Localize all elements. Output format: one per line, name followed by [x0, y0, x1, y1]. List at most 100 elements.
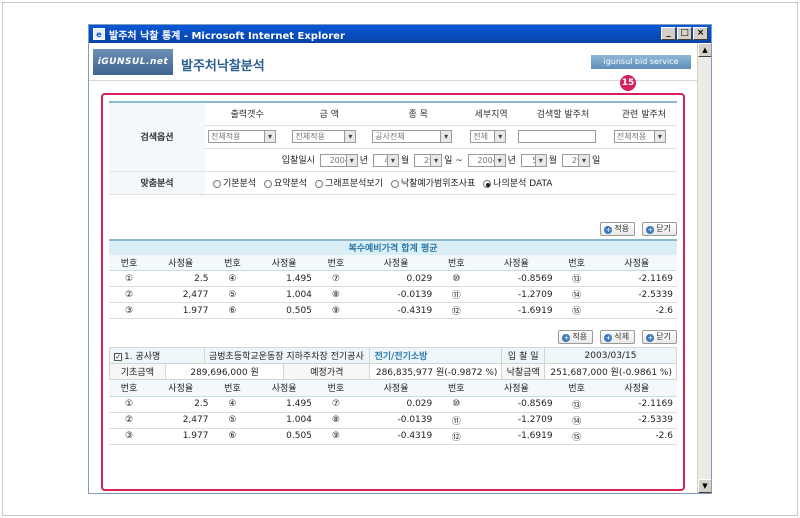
rate-value: 2.5: [149, 396, 213, 413]
ie-icon: e: [93, 28, 105, 40]
to-year-select[interactable]: 2004: [467, 153, 506, 167]
header-rate: 사정율: [596, 254, 677, 271]
rate-value: 2,477: [149, 412, 213, 429]
delete-button[interactable]: + 삭제: [600, 330, 636, 344]
row-number: ⑧: [315, 412, 356, 429]
case-info-table: ✓ 1. 공사명 금벙초등학교운동장 지하주차장 전기공사 전기/전기소방 입 찰…: [109, 347, 678, 380]
rate-value: 1.004: [252, 286, 316, 303]
row-number: ①: [109, 270, 149, 287]
table-row: ② 2,477 ⑤ 1.004 ⑧ -0.0139 ⑪ -1.2709 ⑭ -2.5339: [109, 286, 677, 303]
row-number: ⑪: [436, 412, 477, 429]
header-rate: 사정율: [355, 254, 437, 271]
rate-value: -0.4319: [355, 428, 437, 445]
radio-basic-label: 기본분석: [223, 179, 257, 189]
radio-my-data[interactable]: [483, 179, 492, 188]
row-number: ⑮: [556, 428, 597, 445]
rate-value: 2.5: [149, 270, 213, 287]
close-panel-button[interactable]: + 닫기: [642, 221, 677, 236]
radio-basic[interactable]: [213, 179, 221, 188]
to-day-select[interactable]: 29: [561, 153, 590, 167]
minimize-button[interactable]: _: [661, 27, 676, 40]
unit-month: 월: [548, 155, 558, 166]
header-no: 번호: [109, 380, 149, 397]
rate-value: -1.2709: [476, 286, 557, 303]
row-number: ⑫: [436, 302, 477, 319]
scroll-up-icon[interactable]: ▲: [698, 43, 711, 57]
row-number: ⑦: [315, 396, 356, 413]
row-number: ⑪: [436, 286, 477, 303]
col-amount: 금 액: [289, 102, 370, 126]
callout-marker: 15: [620, 75, 636, 91]
close-panel-button[interactable]: + 닫기: [642, 330, 677, 344]
radio-range[interactable]: [390, 179, 399, 188]
from-day-select[interactable]: 29: [414, 153, 443, 167]
rate-value: -0.8569: [476, 270, 557, 287]
radio-range-label: 낙찰예가범위조사표: [400, 179, 476, 189]
igunsul-logo[interactable]: iGUNSUL.net: [93, 49, 173, 75]
expected-price-label: 예정가격: [283, 363, 371, 380]
close-button[interactable]: ×: [693, 27, 708, 40]
rate-value: -2.6: [596, 302, 677, 319]
col-category: 종 목: [369, 102, 468, 126]
row-number: ⑥: [212, 302, 253, 319]
col-region: 세부지역: [467, 102, 516, 126]
scroll-down-icon[interactable]: ▼: [698, 479, 711, 493]
bid-date-label2: 입 찰 일: [501, 347, 545, 364]
unit-year: 년: [359, 155, 369, 166]
table-row: ③ 1.977 ⑥ 0.505 ⑨ -0.4319 ⑫ -1.6919 ⑮ -2.6: [109, 428, 677, 445]
radio-graph[interactable]: [315, 179, 323, 188]
title-bar[interactable]: e 발주처 낙찰 통계 - Microsoft Internet Explore…: [89, 25, 711, 43]
amount-select[interactable]: 전체적용: [292, 130, 357, 143]
average-rows: ① 2.5 ④ 1.495 ⑦ 0.029 ⑩ -0.8569 ⑬ -2.1169 ② 2,477 ⑤ 1…: [109, 270, 677, 319]
header-no: 번호: [436, 254, 477, 271]
bid-date: 2003/03/15: [543, 347, 678, 364]
header-bar: iGUNSUL.net 발주처낙찰분석 igunsul bid service: [89, 43, 697, 81]
to-month-select[interactable]: 5: [520, 153, 547, 167]
base-amount: 289,696,000 원: [164, 363, 285, 380]
rate-value: -0.4319: [355, 302, 437, 319]
radio-summary-label: 요약분석: [274, 179, 308, 189]
base-amount-label: 기초금액: [109, 363, 166, 380]
plus-icon: +: [562, 334, 571, 342]
case-category: 전기/전기소방: [369, 347, 503, 364]
expected-price: 286,835,977 원(-0.9872 %): [369, 363, 503, 380]
row-number: ③: [109, 302, 149, 319]
header-rate: 사정율: [252, 380, 316, 397]
category-select[interactable]: 공사전체: [372, 130, 453, 143]
row-number: ⑨: [315, 428, 356, 445]
from-month-select[interactable]: 4: [372, 153, 399, 167]
close-label: 닫기: [656, 332, 671, 341]
radio-graph-label: 그래프분석보기: [325, 179, 383, 189]
case-name-label: 1. 공사명: [124, 352, 161, 362]
vertical-scrollbar[interactable]: ▲ ▼: [697, 43, 711, 493]
plus-icon: +: [604, 225, 613, 234]
apply-button[interactable]: + 적용: [600, 221, 636, 236]
search-agency-input[interactable]: [518, 130, 597, 143]
case-checkbox[interactable]: ✓: [114, 352, 122, 361]
radio-summary[interactable]: [264, 179, 272, 188]
row-number: ⑭: [556, 286, 597, 303]
header-no: 번호: [212, 380, 253, 397]
related-agency-select[interactable]: 전체적용: [613, 130, 666, 143]
apply-label: 적용: [572, 332, 588, 341]
header-no: 번호: [556, 254, 597, 271]
output-count-select[interactable]: 전체적용: [208, 130, 276, 143]
content: 검색옵션 출력갯수 금 액 종 목 세부지역 검색할 발주처 관련 발주처 전체…: [109, 101, 678, 445]
rate-value: -0.0139: [355, 412, 437, 429]
page-title: 발주처낙찰분석: [181, 59, 265, 74]
unit-year: 년: [507, 155, 516, 166]
close-label: 닫기: [656, 223, 671, 233]
region-select[interactable]: 전체: [470, 130, 507, 143]
window-controls: _ □ ×: [661, 27, 708, 40]
header-rate: 사정율: [149, 254, 213, 271]
maximize-button[interactable]: □: [677, 27, 692, 40]
apply-button[interactable]: + 적용: [558, 330, 594, 344]
radio-my-data-label: 나의분석 DATA: [493, 179, 553, 189]
delete-label: 삭제: [614, 332, 630, 341]
header-no: 번호: [315, 254, 356, 271]
unit-month: 월: [400, 155, 410, 166]
from-year-select[interactable]: 2004: [319, 153, 358, 167]
col-output-count: 출력갯수: [205, 102, 290, 126]
plus-icon: +: [646, 334, 655, 342]
row-number: ⑩: [436, 270, 477, 287]
